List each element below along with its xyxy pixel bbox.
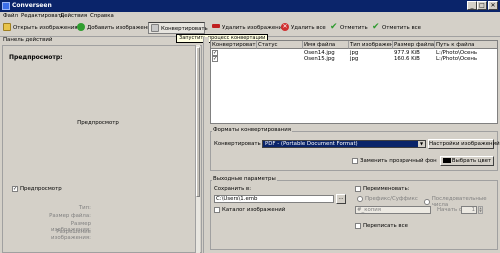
overwrite-checkbox[interactable] (355, 223, 361, 229)
image-catalog-checkbox[interactable] (214, 207, 220, 213)
menu-file[interactable]: Файл (3, 13, 18, 20)
menu-bar: Файл Редактировать Действия Справка (0, 12, 500, 21)
remove-images-button[interactable]: Удалить изображения (212, 22, 285, 34)
preview-heading: Предпросмотр: (9, 54, 63, 61)
preview-checkbox-label: Предпросмотр (20, 186, 62, 192)
panel-scrollbar-thumb[interactable] (196, 47, 200, 197)
add-images-button[interactable]: Добавить изображения (77, 22, 154, 34)
info-resolution-label: Разрешение изображения: (51, 229, 91, 241)
convert-to-label: Конвертировать в: (214, 141, 268, 147)
sequential-radio[interactable] (424, 199, 430, 205)
col-type[interactable]: Тип изображения (349, 41, 393, 49)
convert-icon (151, 23, 159, 32)
folder-icon (3, 22, 11, 31)
check-all-icon: ✔ (372, 21, 380, 32)
menu-edit[interactable]: Редактировать (21, 13, 64, 20)
panel-splitter[interactable] (203, 37, 209, 253)
check-all-button[interactable]: ✔ Отметить все (372, 22, 421, 34)
actions-panel: Предпросмотр: Предпросмотр ✓ Предпросмот… (1, 45, 203, 253)
row-status (257, 56, 258, 62)
title-bar: Converseen _ □ ✕ (0, 0, 500, 12)
row-size: 160.6 KiB (394, 56, 420, 62)
close-button[interactable]: ✕ (488, 1, 498, 10)
prefix-suffix-label: Префикс/Суффикс (365, 196, 418, 202)
check-all-label: Отметить все (382, 25, 421, 31)
image-settings-button[interactable]: Настройки изображений (428, 139, 500, 149)
formats-group-title: Форматы конвертирования (212, 127, 292, 133)
convert-button[interactable]: Конвертировать (148, 22, 208, 34)
open-images-button[interactable]: Открыть изображения (3, 22, 78, 34)
start-from-label: Начать с: (437, 207, 464, 213)
actions-panel-title: Панель действий (3, 37, 53, 43)
image-catalog-label: Каталог изображений (222, 207, 286, 213)
panel-scrollbar[interactable] (195, 45, 200, 253)
prefix-suffix-row[interactable]: Префикс/Суффикс (357, 196, 418, 202)
prefix-suffix-radio[interactable] (357, 196, 363, 202)
row-type: jpg (350, 56, 359, 62)
start-from-input[interactable]: 1 (461, 206, 477, 214)
preview-checkbox-row[interactable]: ✓ Предпросмотр (12, 186, 62, 192)
row-path: L:/Photo\Осень (436, 56, 478, 62)
transparent-bg-checkbox[interactable] (352, 158, 358, 164)
row-filename: Osen15.jpg (304, 56, 335, 62)
image-catalog-row[interactable]: Каталог изображений (214, 207, 285, 213)
col-filename[interactable]: Имя файла (303, 41, 349, 49)
table-row[interactable]: ✓ Osen15.jpg jpg 160.6 KiB L:/Photo\Осен… (211, 56, 497, 62)
transparent-bg-row[interactable]: Заменить прозрачный фон (352, 158, 437, 164)
chevron-down-icon: ▼ (418, 141, 425, 147)
maximize-button[interactable]: □ (477, 1, 487, 10)
format-select-value: PDF - (Portable Document Format) (265, 141, 358, 147)
preview-area: Предпросмотр (4, 65, 192, 181)
choose-color-button[interactable]: Выбрать цвет (440, 156, 494, 166)
transparent-bg-label: Заменить прозрачный фон (360, 158, 437, 164)
open-images-label: Открыть изображения (13, 25, 78, 31)
row-convert-checkbox[interactable]: ✓ (212, 56, 218, 62)
format-select[interactable]: PDF - (Portable Document Format) ▼ (262, 140, 426, 148)
preview-placeholder: Предпросмотр (77, 120, 119, 126)
start-from-stepper[interactable]: ▲ ▼ (478, 206, 483, 214)
output-path-input[interactable]: C:\Users\1.emb (214, 195, 334, 203)
add-images-label: Добавить изображения (87, 25, 155, 31)
col-status[interactable]: Статус (257, 41, 303, 49)
save-to-label: Сохранить в: (214, 186, 252, 192)
info-type-label: Тип: (78, 205, 91, 211)
rename-checkbox[interactable] (355, 186, 361, 192)
col-convert[interactable]: Конвертировать (211, 41, 257, 49)
col-filesize[interactable]: Размер файла (393, 41, 435, 49)
browse-button[interactable]: ... (336, 194, 346, 204)
convert-label: Конвертировать (161, 26, 208, 32)
menu-help[interactable]: Справка (90, 13, 114, 20)
color-swatch (442, 158, 451, 163)
file-table: Конвертировать Статус Имя файла Тип изоб… (210, 40, 498, 124)
rename-pattern-input[interactable]: #_копия (355, 206, 431, 214)
info-file-size-label: Размер файла: (49, 213, 91, 219)
minus-icon (212, 23, 220, 28)
check-label: Отметить (340, 25, 368, 31)
overwrite-label: Переписать все (363, 223, 408, 229)
remove-images-label: Удалить изображения (222, 25, 286, 31)
overwrite-row[interactable]: Переписать все (355, 223, 408, 229)
plus-icon (77, 22, 85, 31)
col-path[interactable]: Путь к файла (435, 41, 497, 49)
output-group (210, 180, 498, 250)
check-icon: ✔ (330, 21, 338, 32)
minimize-button[interactable]: _ (467, 1, 477, 10)
check-button[interactable]: ✔ Отметить (330, 22, 368, 34)
output-group-title: Выходные параметры (212, 176, 277, 182)
remove-all-label: Удалить все (291, 25, 326, 31)
remove-all-button[interactable]: ✕ Удалить все (281, 22, 326, 34)
window-title: Converseen (12, 2, 52, 9)
preview-checkbox[interactable]: ✓ (12, 186, 18, 192)
choose-color-label: Выбрать цвет (451, 158, 492, 164)
rename-label: Переименовать: (363, 186, 410, 192)
delete-icon: ✕ (281, 22, 289, 31)
menu-actions[interactable]: Действия (60, 13, 87, 20)
rename-row[interactable]: Переименовать: (355, 186, 409, 192)
app-icon (2, 2, 10, 10)
